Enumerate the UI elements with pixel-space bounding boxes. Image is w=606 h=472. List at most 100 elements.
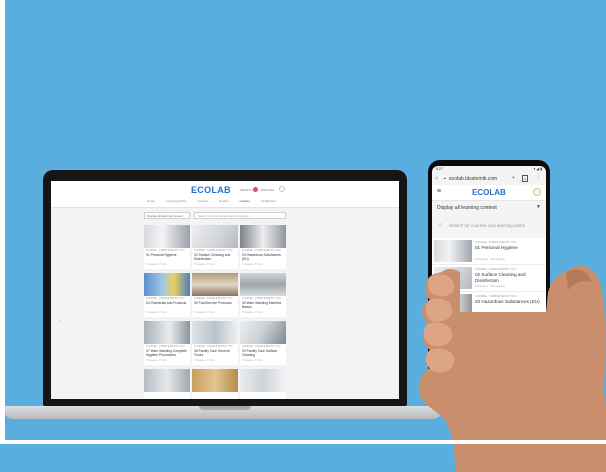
course-thumbnail bbox=[144, 321, 190, 344]
list-item[interactable]: COURSE · COMPLETED BY YOU 02 Surface Cle… bbox=[432, 265, 546, 292]
course-title: 07 Ware Washing Complete Hygiene Procedu… bbox=[146, 349, 187, 357]
course-category: COURSE · COMPLETED BY YOU bbox=[475, 241, 517, 244]
home-icon[interactable]: ⌂ bbox=[435, 175, 438, 181]
course-title: 05 FoodService Protocols bbox=[194, 301, 232, 305]
course-meta: 3 lessons · 10 min bbox=[194, 263, 215, 266]
course-category: COURSE · COMPLETED BY YOU bbox=[242, 345, 281, 348]
course-card[interactable] bbox=[192, 369, 238, 399]
course-category: COURSE · COMPLETED BY YOU bbox=[146, 249, 185, 252]
course-meta: 3 lessons · 10 min bbox=[194, 359, 215, 362]
course-card[interactable]: COURSE · COMPLETED BY YOU 08 Facility Ca… bbox=[192, 321, 238, 365]
course-title: 08 Facility Care General Floors bbox=[194, 349, 230, 357]
ecolab-logo[interactable]: ECOLAB bbox=[191, 185, 231, 195]
status-time: 8:27 bbox=[436, 167, 443, 171]
nav-item-learning-paths[interactable]: Learning Paths bbox=[166, 199, 186, 203]
hamburger-icon[interactable]: ≡ bbox=[437, 188, 441, 195]
course-meta: 3 lessons · 10 minutes bbox=[475, 365, 506, 369]
home-button-icon[interactable]: ○ bbox=[486, 393, 490, 399]
course-card[interactable]: COURSE · COMPLETED BY YOU 01 Personal Hy… bbox=[144, 225, 190, 269]
search-icon: ⌕ bbox=[439, 222, 442, 228]
list-item[interactable]: COURSE · COMPLETED BY YOU 04 Chemicals a… bbox=[432, 319, 546, 346]
course-thumbnail bbox=[192, 273, 238, 296]
course-category: COURSE · COMPLETED BY YOU bbox=[475, 376, 517, 379]
content-filter-dropdown[interactable]: Display all learning content bbox=[144, 212, 190, 219]
course-thumbnail bbox=[240, 321, 286, 344]
course-card[interactable]: COURSE · COMPLETED BY YOU 06 Ware Washin… bbox=[240, 273, 286, 317]
course-card[interactable] bbox=[144, 369, 190, 399]
nav-item-courses[interactable]: Courses bbox=[197, 199, 208, 203]
search-input[interactable]: ⌕ Search for courses and learning paths bbox=[437, 221, 541, 231]
course-card[interactable]: COURSE · COMPLETED BY YOU 04 Chemicals a… bbox=[144, 273, 190, 317]
course-category: COURSE · COMPLETED BY YOU bbox=[475, 268, 517, 271]
course-thumbnail bbox=[240, 369, 286, 392]
course-card[interactable]: COURSE · COMPLETED BY YOU 09 Facility Ca… bbox=[240, 321, 286, 365]
course-thumbnail bbox=[240, 273, 286, 296]
avatar[interactable] bbox=[533, 188, 541, 196]
url-text[interactable]: ecolab.tdsstemik.com bbox=[449, 176, 497, 182]
user-label[interactable]: SEARCH bbox=[240, 188, 253, 192]
course-thumbnail bbox=[192, 225, 238, 248]
course-thumbnail bbox=[434, 321, 472, 343]
nav-item-home[interactable]: Home bbox=[147, 199, 155, 203]
course-category: COURSE · COMPLETED BY YOU bbox=[475, 295, 517, 298]
course-meta: 3 lessons · 10 min bbox=[146, 359, 167, 362]
course-thumbnail bbox=[192, 321, 238, 344]
course-card[interactable]: COURSE · COMPLETED BY YOU 07 Ware Washin… bbox=[144, 321, 190, 365]
course-meta: 3 lessons · 10 minutes bbox=[475, 284, 506, 288]
list-item[interactable]: COURSE · COMPLETED BY YOU 03 Hazardous S… bbox=[432, 292, 546, 319]
nav-item-events[interactable]: Events bbox=[219, 199, 228, 203]
course-meta: 3 lessons · 10 min bbox=[242, 311, 263, 314]
nav-item-certificates[interactable]: Certificates bbox=[261, 199, 276, 203]
list-item[interactable]: COURSE · COMPLETED BY YOU 01 Personal Hy… bbox=[432, 238, 546, 265]
course-category: COURSE · COMPLETED BY YOU bbox=[475, 349, 517, 352]
course-title: 03 Hazardous Substances (EU) bbox=[242, 253, 281, 261]
course-title: 04 Chemicals and Products bbox=[475, 326, 532, 331]
course-meta: 3 lessons · 10 min bbox=[242, 359, 263, 362]
main-nav: Home Learning Paths Courses Events Catal… bbox=[147, 199, 276, 203]
course-meta: 3 lessons · 10 min bbox=[194, 311, 215, 314]
chevron-left-icon[interactable]: ‹ bbox=[59, 318, 61, 324]
course-thumbnail bbox=[240, 225, 286, 248]
nav-item-catalog[interactable]: Catalog bbox=[240, 199, 250, 203]
course-category: COURSE · COMPLETED BY YOU bbox=[242, 249, 281, 252]
content-filter-label[interactable]: Display all learning content bbox=[437, 205, 497, 211]
profile-icon[interactable] bbox=[279, 186, 285, 192]
language-label[interactable]: ENGLISH bbox=[261, 188, 274, 192]
filter-icon[interactable]: ▼ bbox=[536, 204, 541, 210]
course-category: COURSE · COMPLETED BY YOU bbox=[242, 297, 281, 300]
course-meta: 3 lessons · 10 minutes bbox=[475, 257, 506, 261]
status-icons: ▾ ◢ ▮ bbox=[533, 167, 542, 171]
course-title: 01 Personal Hygiene bbox=[146, 253, 177, 257]
course-meta: 3 lessons · 10 min bbox=[146, 311, 167, 314]
ecolab-logo[interactable]: ECOLAB bbox=[472, 188, 506, 197]
new-tab-icon[interactable]: + bbox=[512, 175, 515, 181]
course-title: 05 FoodService Protocols bbox=[475, 353, 528, 358]
more-icon[interactable]: ⋮ bbox=[536, 174, 541, 180]
course-title: 02 Surface Cleaning and Disinfection bbox=[194, 253, 231, 261]
course-category: COURSE · COMPLETED BY YOU bbox=[194, 297, 233, 300]
course-card[interactable]: COURSE · COMPLETED BY YOU 03 Hazardous S… bbox=[240, 225, 286, 269]
help-button[interactable]: ? bbox=[530, 375, 543, 388]
course-title: 01 Personal Hygiene bbox=[475, 245, 518, 250]
search-input[interactable]: Search for courses and learning paths bbox=[194, 212, 286, 219]
app-header: ≡ ECOLAB bbox=[432, 185, 546, 201]
back-icon[interactable]: ‹ bbox=[520, 393, 522, 399]
course-thumbnail bbox=[144, 369, 190, 392]
tabs-icon[interactable]: 1 bbox=[522, 175, 529, 182]
search-placeholder: Search for courses and learning paths bbox=[449, 223, 526, 228]
course-card[interactable] bbox=[240, 369, 286, 399]
course-category: COURSE · COMPLETED BY YOU bbox=[146, 297, 185, 300]
course-card[interactable]: COURSE · COMPLETED BY YOU 02 Surface Cle… bbox=[192, 225, 238, 269]
site-header: ECOLAB SEARCH ENGLISH Home Learning Path… bbox=[51, 181, 399, 208]
avatar[interactable] bbox=[253, 187, 258, 192]
lock-icon: 🔒︎ bbox=[444, 176, 446, 180]
list-item-selected[interactable]: COURSE · COMPLETED BY YOU 05 FoodService… bbox=[432, 346, 546, 373]
course-title: 03 Hazardous Substances (EU) bbox=[475, 299, 540, 304]
course-title: 09 Facility Care Surface Cleaning bbox=[242, 349, 278, 357]
course-thumbnail bbox=[144, 225, 190, 248]
course-card[interactable]: COURSE · COMPLETED BY YOU 05 FoodService… bbox=[192, 273, 238, 317]
status-bar: 8:27 ▾ ◢ ▮ bbox=[432, 166, 546, 173]
phone-screen: 8:27 ▾ ◢ ▮ ⌂ 🔒︎ ecolab.tdsstemik.com + 1… bbox=[432, 166, 546, 404]
recents-icon[interactable]: ||| bbox=[454, 393, 459, 399]
course-category: COURSE · COMPLETED BY YOU bbox=[194, 249, 233, 252]
